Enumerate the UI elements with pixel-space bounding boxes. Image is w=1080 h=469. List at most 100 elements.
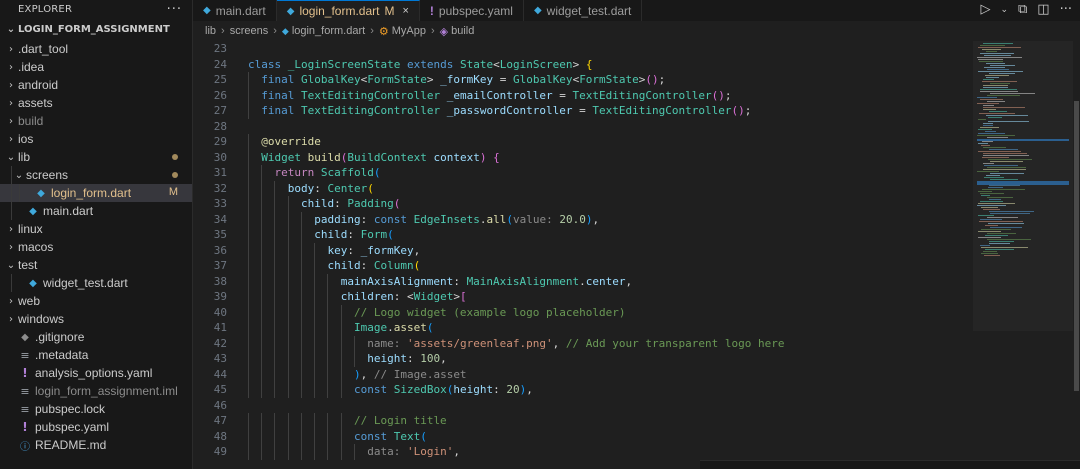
tree-item[interactable]: ⓘ README.md bbox=[0, 436, 192, 454]
code-line[interactable]: 42 name: 'assets/greenleaf.png', // Add … bbox=[193, 335, 973, 351]
chevron-down-icon[interactable]: ⌄ bbox=[1000, 5, 1008, 15]
explorer-header: EXPLORER ··· bbox=[0, 0, 192, 18]
minimap-line bbox=[980, 53, 1014, 54]
tree-item[interactable]: ⌄ test bbox=[0, 256, 192, 274]
tree-item[interactable]: › ios bbox=[0, 130, 192, 148]
code-line[interactable]: 39 children: <Widget>[ bbox=[193, 289, 973, 305]
code-line[interactable]: 49 data: 'Login', bbox=[193, 444, 973, 460]
code-line[interactable]: 30 Widget build(BuildContext context) { bbox=[193, 149, 973, 165]
minimap-line bbox=[988, 159, 1032, 160]
code-line[interactable]: 47 // Login title bbox=[193, 413, 973, 429]
close-icon[interactable]: × bbox=[402, 5, 408, 17]
code-line[interactable]: 25 final GlobalKey<FormState> _formKey =… bbox=[193, 72, 973, 88]
code-line[interactable]: 34 padding: const EdgeInsets.all(value: … bbox=[193, 211, 973, 227]
code-line[interactable]: 29 @override bbox=[193, 134, 973, 150]
tree-item[interactable]: › windows bbox=[0, 310, 192, 328]
split-editor-icon[interactable]: ◫ bbox=[1037, 2, 1049, 17]
code-line[interactable]: 33 child: Padding( bbox=[193, 196, 973, 212]
tree-item[interactable]: ◆ .gitignore bbox=[0, 328, 192, 346]
tree-item[interactable]: › macos bbox=[0, 238, 192, 256]
project-name: LOGIN_FORM_ASSIGNMENT bbox=[18, 23, 170, 35]
project-root[interactable]: ⌄ LOGIN_FORM_ASSIGNMENT bbox=[0, 18, 192, 40]
code-line[interactable]: 28 bbox=[193, 119, 973, 135]
more-icon[interactable]: ··· bbox=[1060, 2, 1072, 17]
tree-item[interactable]: ◆ widget_test.dart bbox=[0, 274, 192, 292]
minimap-line bbox=[983, 125, 993, 126]
code-line[interactable]: 38 mainAxisAlignment: MainAxisAlignment.… bbox=[193, 273, 973, 289]
code-editor[interactable]: 23 24 class _LoginScreenState extends Stat… bbox=[193, 41, 973, 469]
minimap-line bbox=[989, 243, 1010, 244]
code-line[interactable]: 27 final TextEditingController _password… bbox=[193, 103, 973, 119]
compare-icon[interactable]: ⧉ bbox=[1018, 2, 1027, 17]
code-line[interactable]: 37 child: Column( bbox=[193, 258, 973, 274]
scrollbar-thumb[interactable] bbox=[1074, 101, 1079, 391]
minimap[interactable] bbox=[973, 41, 1073, 469]
tree-item[interactable]: ! pubspec.yaml bbox=[0, 418, 192, 436]
tree-item[interactable]: › web bbox=[0, 292, 192, 310]
minimap-line bbox=[977, 171, 999, 172]
code-line[interactable]: 45 const SizedBox(height: 20), bbox=[193, 382, 973, 398]
tree-item[interactable]: ! analysis_options.yaml bbox=[0, 364, 192, 382]
tree-item[interactable]: ⌄ lib bbox=[0, 148, 192, 166]
breadcrumb-method[interactable]: build bbox=[451, 25, 474, 37]
tree-item[interactable]: › build bbox=[0, 112, 192, 130]
code-line[interactable]: 48 const Text( bbox=[193, 428, 973, 444]
tree-item[interactable]: › linux bbox=[0, 220, 192, 238]
minimap-line bbox=[983, 153, 1027, 154]
code-text: Widget build(BuildContext context) { bbox=[261, 150, 500, 164]
minimap-line bbox=[987, 217, 1018, 218]
chevron-right-icon: › bbox=[9, 61, 13, 73]
tree-item[interactable]: ◆ login_form.dart M bbox=[0, 184, 192, 202]
tree-item[interactable]: ≡ login_form_assignment.iml bbox=[0, 382, 192, 400]
minimap-line bbox=[981, 253, 998, 254]
tree-item[interactable]: › .dart_tool bbox=[0, 40, 192, 58]
editor-tab[interactable]: ! pubspec.yaml bbox=[420, 0, 524, 21]
code-line[interactable]: 24 class _LoginScreenState extends State<… bbox=[193, 57, 973, 73]
vertical-scrollbar[interactable] bbox=[1073, 41, 1080, 469]
code-line[interactable]: 32 body: Center( bbox=[193, 180, 973, 196]
tree-item-label: ios bbox=[18, 132, 34, 146]
indent-guide bbox=[11, 274, 12, 292]
breadcrumb-class[interactable]: MyApp bbox=[392, 25, 426, 37]
explorer-sidebar: EXPLORER ··· ⌄ LOGIN_FORM_ASSIGNMENT › .d… bbox=[0, 0, 193, 469]
editor-tab[interactable]: ◆ login_form.dart M × bbox=[276, 0, 420, 21]
minimap-line bbox=[980, 245, 990, 246]
tree-item[interactable]: › android bbox=[0, 76, 192, 94]
tree-item[interactable]: › .idea bbox=[0, 58, 192, 76]
tab-label: pubspec.yaml bbox=[438, 3, 513, 18]
tree-item-label: pubspec.lock bbox=[35, 402, 106, 416]
tree-item[interactable]: ◆ main.dart bbox=[0, 202, 192, 220]
tree-item[interactable]: ≡ .metadata bbox=[0, 346, 192, 364]
breadcrumb-screens[interactable]: screens bbox=[230, 25, 269, 37]
editor-tab-bar: ◆ main.dart ◆ login_form.dart M ×! pubspec.yam… bbox=[193, 0, 1080, 21]
tree-item[interactable]: ≡ pubspec.lock bbox=[0, 400, 192, 418]
code-line[interactable]: 26 final TextEditingController _emailCon… bbox=[193, 87, 973, 103]
minimap-line bbox=[980, 45, 1005, 46]
tree-item[interactable]: ⌄ screens bbox=[0, 166, 192, 184]
minimap-line bbox=[984, 67, 1005, 68]
editor-tab[interactable]: ◆ widget_test.dart bbox=[524, 0, 643, 21]
tree-item-label: main.dart bbox=[43, 204, 94, 218]
code-line[interactable]: 36 key: _formKey, bbox=[193, 242, 973, 258]
editor-tab[interactable]: ◆ main.dart bbox=[193, 0, 277, 21]
minimap-line bbox=[984, 55, 1011, 56]
breadcrumb-file[interactable]: login_form.dart bbox=[292, 25, 365, 37]
chevron-right-icon: › bbox=[9, 241, 13, 253]
run-icon[interactable]: ▷ bbox=[980, 2, 990, 17]
code-line[interactable]: 23 bbox=[193, 41, 973, 57]
line-number: 40 bbox=[213, 305, 227, 319]
tree-item[interactable]: › assets bbox=[0, 94, 192, 112]
code-line[interactable]: 44 ), // Image.asset bbox=[193, 366, 973, 382]
tree-item-label: README.md bbox=[35, 438, 107, 452]
minimap-line bbox=[990, 93, 1035, 94]
code-line[interactable]: 46 bbox=[193, 398, 973, 414]
breadcrumb-lib[interactable]: lib bbox=[205, 25, 216, 37]
code-line[interactable]: 31 return Scaffold( bbox=[193, 165, 973, 181]
code-line[interactable]: 41 Image.asset( bbox=[193, 320, 973, 336]
code-line[interactable]: 35 child: Form( bbox=[193, 227, 973, 243]
more-actions-icon[interactable]: ··· bbox=[167, 2, 182, 17]
code-line[interactable]: 43 height: 100, bbox=[193, 351, 973, 367]
minimap-highlight bbox=[977, 139, 1069, 141]
code-line[interactable]: 40 // Logo widget (example logo placehol… bbox=[193, 304, 973, 320]
minimap-line bbox=[984, 177, 1004, 178]
